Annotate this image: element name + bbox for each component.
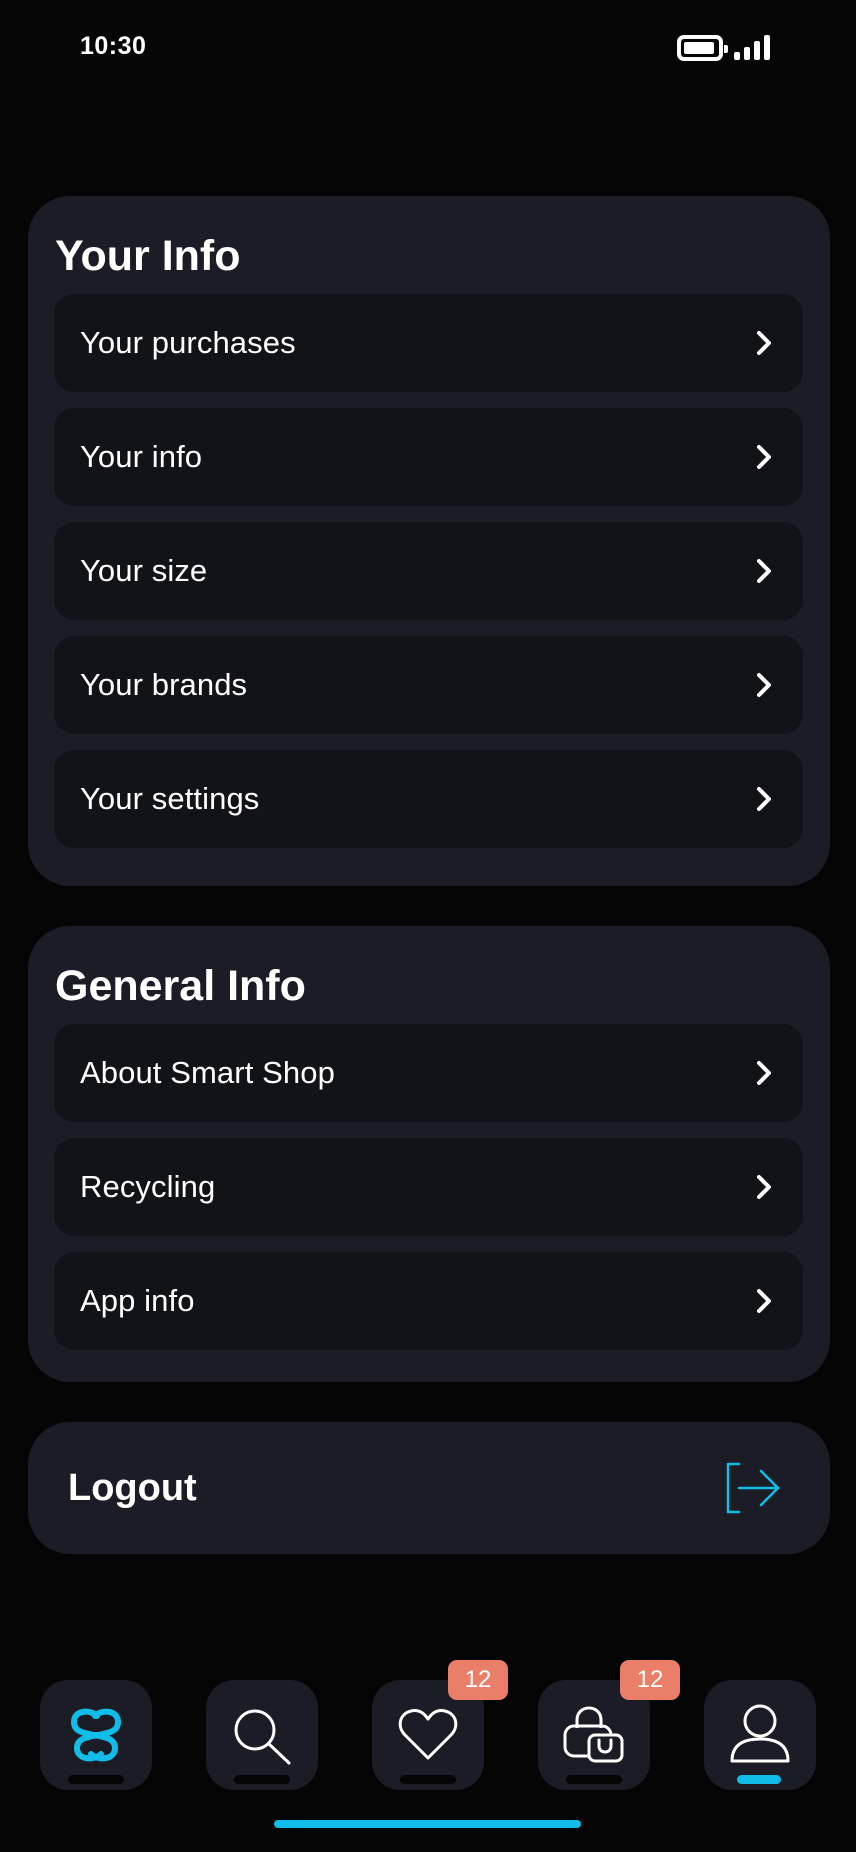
- menu-label: About Smart Shop: [80, 1055, 335, 1090]
- your-brands-row[interactable]: Your brands: [54, 636, 803, 734]
- your-info-card: Your Info Your purchases Your info Your …: [28, 196, 830, 886]
- tab-indicator: [400, 1775, 456, 1784]
- status-bar: 10:30: [0, 0, 856, 96]
- logout-icon: [726, 1462, 780, 1514]
- tab-indicator: [566, 1775, 622, 1784]
- heart-icon: [398, 1709, 458, 1760]
- search-icon: [234, 1709, 291, 1765]
- signal-icon: [734, 35, 770, 60]
- logout-button[interactable]: Logout: [28, 1422, 830, 1554]
- chevron-right-icon: [757, 331, 771, 355]
- menu-label: App info: [80, 1283, 195, 1318]
- menu-label: Your size: [80, 553, 208, 588]
- favorites-count-badge: 12: [448, 1660, 508, 1700]
- chevron-right-icon: [757, 673, 771, 697]
- menu-label: Your purchases: [80, 325, 296, 360]
- shopping-bag-icon: [563, 1706, 624, 1763]
- bag-count-badge: 12: [620, 1660, 680, 1700]
- recycling-row[interactable]: Recycling: [54, 1138, 803, 1236]
- chevron-right-icon: [757, 1061, 771, 1085]
- tab-indicator: [234, 1775, 290, 1784]
- chevron-right-icon: [757, 787, 771, 811]
- logout-label: Logout: [68, 1466, 197, 1509]
- your-settings-row[interactable]: Your settings: [54, 750, 803, 848]
- general-info-title: General Info: [55, 962, 306, 1010]
- tab-indicator: [68, 1775, 124, 1784]
- tab-search[interactable]: [206, 1680, 318, 1790]
- your-info-row[interactable]: Your info: [54, 408, 803, 506]
- profile-icon: [730, 1704, 790, 1763]
- profile-screen: 10:30 Your Info Your purchases Your info…: [0, 0, 856, 1852]
- tab-home[interactable]: [40, 1680, 152, 1790]
- your-size-row[interactable]: Your size: [54, 522, 803, 620]
- your-purchases-row[interactable]: Your purchases: [54, 294, 803, 392]
- smart-shop-logo-icon: [70, 1708, 122, 1762]
- menu-label: Recycling: [80, 1169, 216, 1204]
- active-tab-indicator: [737, 1775, 781, 1784]
- bottom-tab-bar: 12 12: [0, 1660, 856, 1800]
- battery-icon: [677, 35, 728, 61]
- about-smart-shop-row[interactable]: About Smart Shop: [54, 1024, 803, 1122]
- your-info-title: Your Info: [55, 232, 241, 280]
- chevron-right-icon: [757, 1175, 771, 1199]
- chevron-right-icon: [757, 445, 771, 469]
- home-indicator: [274, 1820, 581, 1828]
- menu-label: Your brands: [80, 667, 248, 702]
- status-time: 10:30: [80, 32, 147, 60]
- menu-label: Your info: [80, 439, 203, 474]
- app-info-row[interactable]: App info: [54, 1252, 803, 1350]
- tab-profile[interactable]: [704, 1680, 816, 1790]
- menu-label: Your settings: [80, 781, 260, 816]
- chevron-right-icon: [757, 1289, 771, 1313]
- chevron-right-icon: [757, 559, 771, 583]
- general-info-card: General Info About Smart Shop Recycling …: [28, 926, 830, 1382]
